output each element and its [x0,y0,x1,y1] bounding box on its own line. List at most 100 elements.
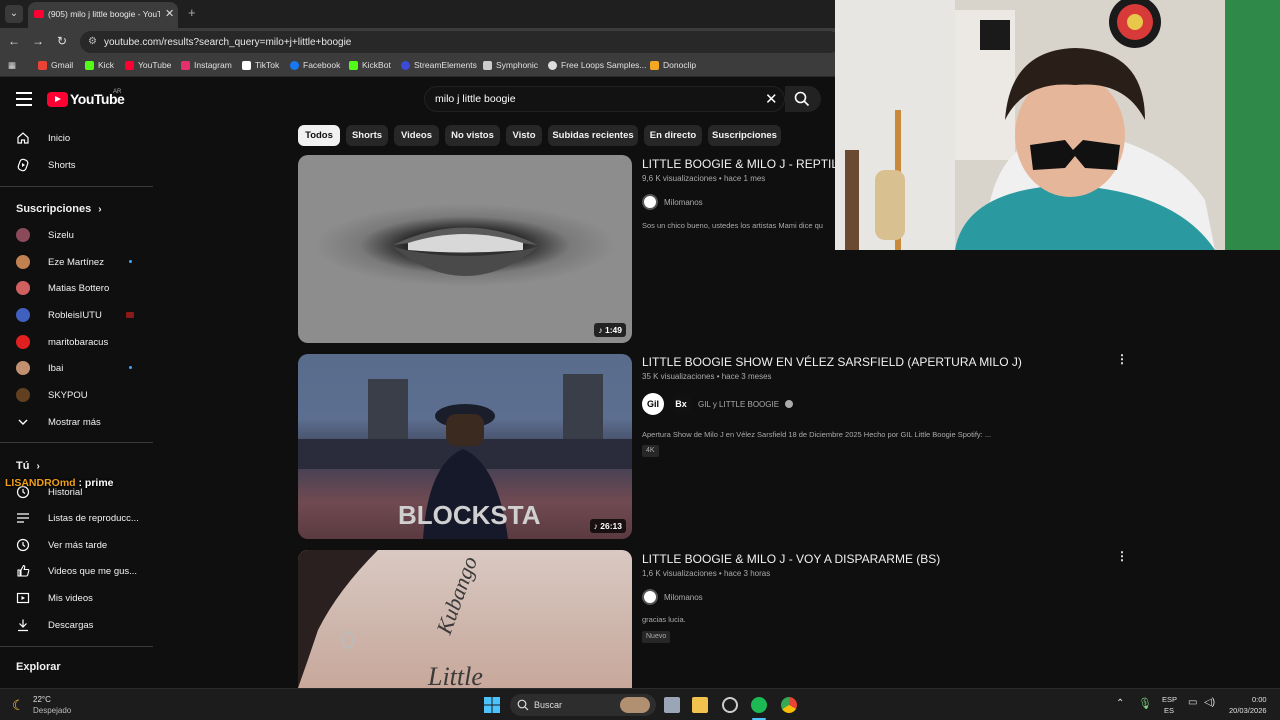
more-actions-icon[interactable]: ⋮ [1116,549,1128,563]
chip-todos[interactable]: Todos [298,125,340,146]
sidebar-sub-maritobaracus[interactable]: maritobaracus [16,332,156,352]
chip-shorts[interactable]: Shorts [346,125,388,146]
bookmark-gmail[interactable]: Gmail [38,60,73,70]
sidebar-sub-skypou[interactable]: SKYPOU [16,385,156,405]
chip-subidas-recientes[interactable]: Subidas recientes [548,125,638,146]
search-input[interactable]: milo j little boogie ✕ [424,86,785,112]
url-input[interactable]: ⚙ youtube.com/results?search_query=milo+… [80,31,840,53]
weather-desc[interactable]: Despejado [33,706,71,715]
tab-search-button[interactable]: ⌄ [5,5,23,23]
video-title[interactable]: LITTLE BOOGIE SHOW EN VÉLEZ SARSFIELD (A… [642,355,1022,369]
chevron-down-icon [18,419,28,425]
channel-name[interactable]: Milomanos [664,198,703,207]
clock-time[interactable]: 0:00 [1252,695,1267,704]
chrome-icon[interactable] [781,697,797,713]
you-heading[interactable]: Tú › [16,460,40,472]
sidebar-sub-matias-bottero[interactable]: Matias Bottero [16,278,156,298]
language-top[interactable]: ESP [1162,695,1177,704]
sidebar-item-mis-videos[interactable]: Mis videos [16,588,156,608]
microphone-icon[interactable]: 🎙 [1138,697,1152,710]
sidebar-item-ver-mas-tarde[interactable]: Ver más tarde [16,535,156,555]
file-explorer-icon[interactable] [692,697,708,713]
forward-button[interactable]: → [30,34,46,48]
chip-en-directo[interactable]: En directo [644,125,702,146]
clock-date[interactable]: 20/03/2026 [1229,706,1267,715]
site-info-icon[interactable]: ⚙ [88,36,97,47]
chip-visto[interactable]: Visto [506,125,542,146]
tab-close-icon[interactable]: ✕ [165,7,174,20]
video-title[interactable]: LITTLE BOOGIE & MILO J - REPTILIA [642,157,849,171]
bookmark-facebook[interactable]: Facebook [290,60,340,70]
obs-icon[interactable] [722,697,738,713]
sidebar-sub-robleisiutu[interactable]: RobleisIUTU [16,305,156,325]
taskbar-search-box[interactable]: Buscar [510,694,656,716]
channel-row[interactable]: Gil Bx GIL y LITTLE BOOGIE [642,393,794,415]
video-description: gracias lucia. [642,615,686,624]
network-icon[interactable]: ▭ [1188,697,1197,708]
sidebar-sub-sizelu[interactable]: Sizelu [16,225,156,245]
duration-text: 1:49 [604,325,622,335]
tray-overflow-icon[interactable]: ⌃ [1116,698,1124,709]
spotify-icon[interactable] [751,697,767,713]
sidebar-item-shorts[interactable]: Shorts [16,155,156,175]
search-icon [794,91,810,107]
sidebar-item-playlists[interactable]: Listas de reproducc... [16,508,156,528]
sidebar-show-more[interactable]: Mostrar más [16,412,156,432]
youtube-play-icon [47,91,68,107]
windows-start-icon[interactable] [484,697,500,713]
language-bottom[interactable]: ES [1164,706,1174,715]
bookmark-youtube[interactable]: YouTube [125,60,171,70]
video-thumbnail[interactable]: Kubango Little [298,550,632,688]
more-actions-icon[interactable]: ⋮ [1116,352,1128,366]
channel-row[interactable]: Milomanos [642,588,703,606]
sidebar-item-label: Inicio [48,132,71,144]
bookmark-instagram[interactable]: Instagram [181,60,232,70]
sidebar-item-descargas[interactable]: Descargas [16,615,156,635]
task-view-icon[interactable] [664,697,680,713]
avatar [16,228,30,242]
channel-row[interactable]: Milomanos [642,193,703,211]
apps-grid-icon[interactable]: ▦ [8,60,16,71]
bookmark-free-loops[interactable]: Free Loops Samples... [548,60,647,70]
bookmark-symphonic[interactable]: Symphonic [483,60,538,70]
new-content-dot [129,366,132,369]
channel-avatar[interactable]: Gil [642,393,664,415]
subscriptions-heading[interactable]: Suscripciones › [16,203,102,215]
sidebar-sub-eze-martinez[interactable]: Eze Martínez [16,252,156,272]
search-button[interactable] [785,86,821,112]
bookmark-streamelements[interactable]: StreamElements [401,60,477,70]
chip-no-vistos[interactable]: No vistos [445,125,500,146]
channel-name[interactable]: Milomanos [664,593,703,602]
like-icon [17,564,30,577]
sidebar-sub-ibai[interactable]: Ibai [16,358,156,378]
bookmark-tiktok[interactable]: TikTok [242,60,279,70]
new-tab-button[interactable]: + [188,5,196,20]
bookmark-donoclip[interactable]: Donoclip [650,60,696,70]
sidebar-item-inicio[interactable]: Inicio [16,128,156,148]
channel-avatar[interactable]: Bx [670,393,692,415]
volume-icon[interactable]: ◁) [1204,697,1215,708]
svg-text:Kubango: Kubango [431,553,482,638]
channel-avatar[interactable] [642,194,658,210]
bookmark-kick[interactable]: Kick [85,60,114,70]
country-code: AR [113,89,122,95]
video-thumbnail[interactable]: ♪ 1:49 [298,155,632,343]
video-title[interactable]: LITTLE BOOGIE & MILO J - VOY A DISPARARM… [642,552,940,566]
my-videos-icon [16,592,30,604]
live-indicator-icon [126,312,134,318]
chip-suscripciones[interactable]: Suscripciones [708,125,781,146]
channel-name[interactable]: GIL y LITTLE BOOGIE [698,400,779,409]
bookmark-kickbot[interactable]: KickBot [349,60,391,70]
weather-moon-icon[interactable]: ☾ [12,697,25,714]
clear-search-icon[interactable]: ✕ [765,90,778,108]
sidebar-item-label: Shorts [48,159,76,171]
guide-menu-button[interactable] [16,92,32,106]
back-button[interactable]: ← [6,34,22,48]
weather-temp[interactable]: 22°C [33,695,51,704]
video-thumbnail[interactable]: BLOCKSTA ♪ 26:13 [298,354,632,539]
channel-avatar[interactable] [642,589,658,605]
browser-tab[interactable]: (905) milo j little boogie - YouTube ✕ [28,2,178,28]
sidebar-item-liked-videos[interactable]: Videos que me gus... [16,561,156,581]
chip-videos[interactable]: Videos [394,125,439,146]
reload-button[interactable]: ↻ [54,34,70,48]
